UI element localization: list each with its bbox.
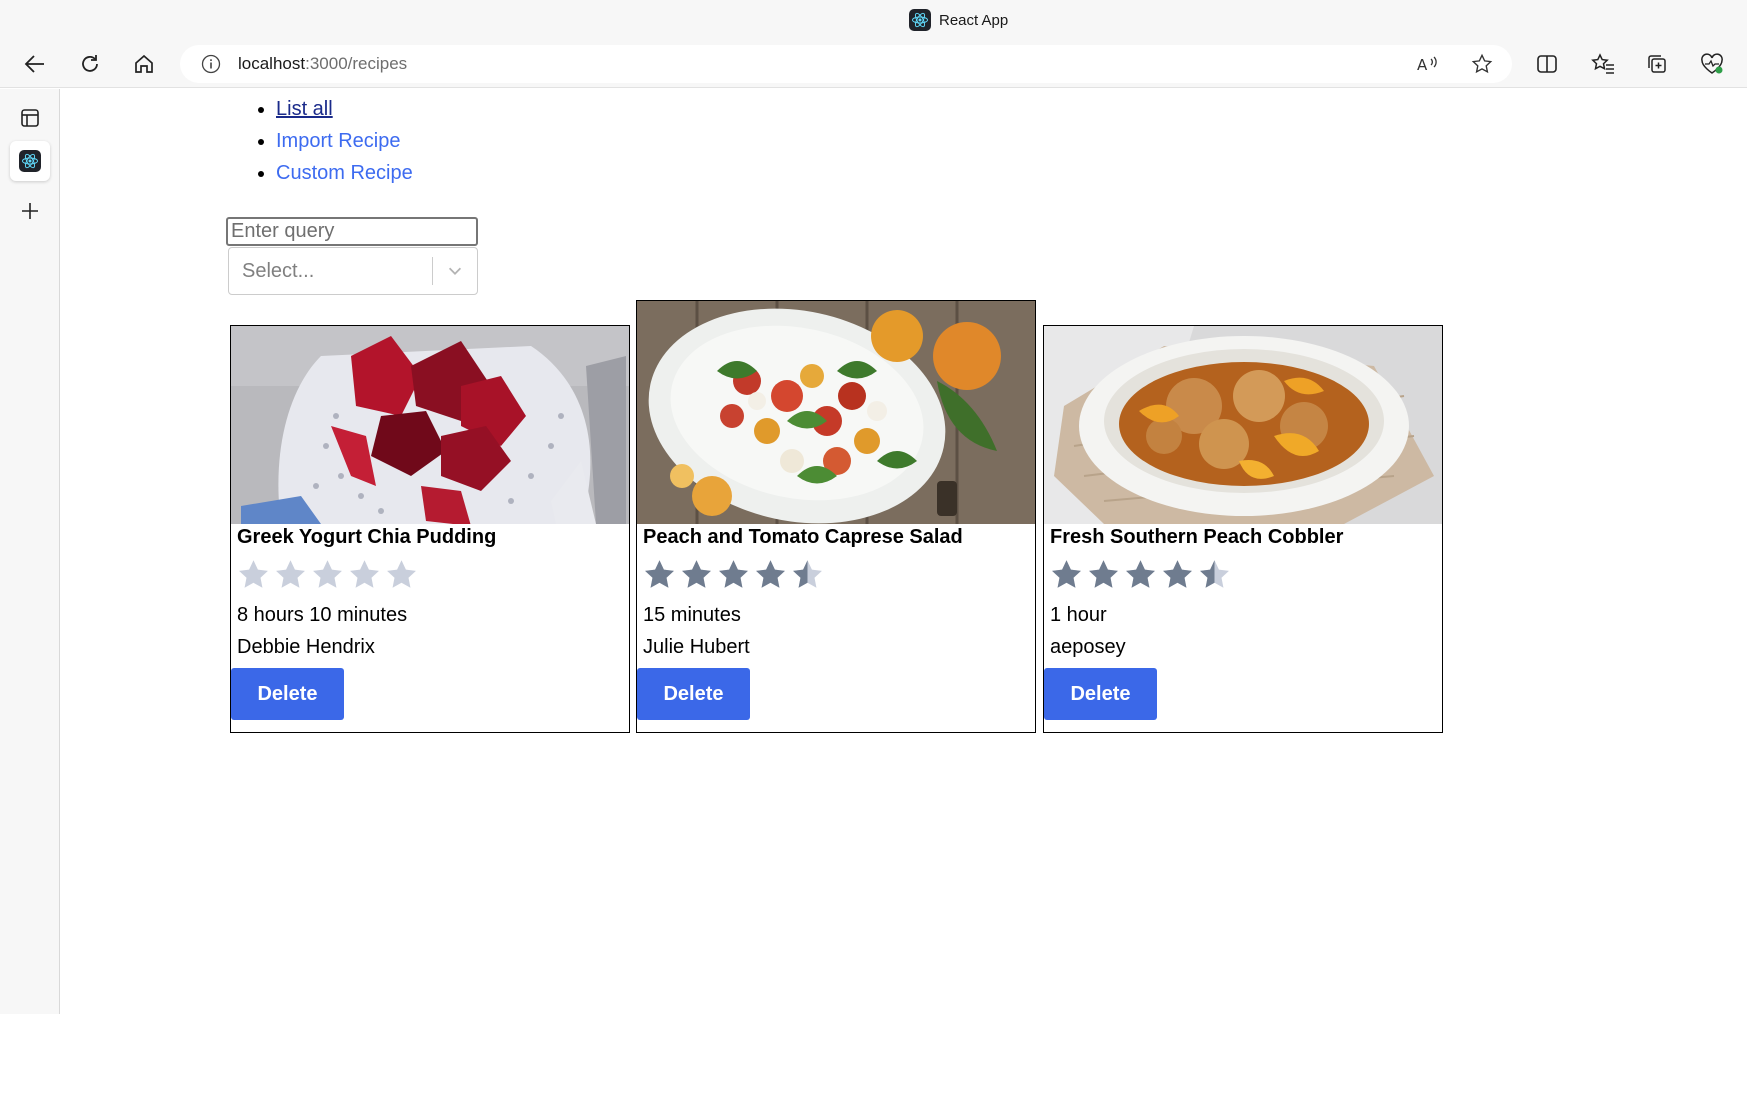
browser-toolbar: localhost:3000/recipes A [0,40,1747,88]
star-rating[interactable] [643,558,824,590]
recipe-time: 15 minutes [643,604,741,626]
home-icon[interactable] [128,48,160,80]
recipe-author: Julie Hubert [643,636,750,658]
star-icon[interactable] [717,558,750,590]
star-rating[interactable] [1050,558,1231,590]
sidebar-tab-react-app[interactable] [10,141,50,181]
recipe-title: Fresh Southern Peach Cobbler [1050,526,1344,548]
delete-button[interactable]: Delete [1044,668,1157,720]
nav-item-list-all: List all [276,93,413,125]
star-icon[interactable] [385,558,418,590]
recipe-author: aeposey [1050,636,1126,658]
nav-link-import-recipe[interactable]: Import Recipe [276,130,401,152]
tab-actions-icon[interactable] [10,98,50,138]
recipe-card: Fresh Southern Peach Cobbler 1 hour aepo… [1043,325,1443,733]
star-icon[interactable] [680,558,713,590]
recipe-time: 8 hours 10 minutes [237,604,408,626]
vertical-tab-sidebar [0,89,60,1014]
new-tab-plus-icon[interactable] [10,191,50,231]
recipe-card: Peach and Tomato Caprese Salad 15 minute… [636,300,1036,733]
star-icon[interactable] [754,558,787,590]
nav-link-custom-recipe[interactable]: Custom Recipe [276,162,413,184]
favorite-star-icon[interactable] [1466,48,1498,80]
star-icon[interactable] [348,558,381,590]
star-icon[interactable] [1198,558,1231,590]
url-text[interactable]: localhost:3000/recipes [238,54,407,74]
star-icon[interactable] [274,558,307,590]
nav-item-custom-recipe: Custom Recipe [276,157,413,189]
chevron-down-icon[interactable] [433,247,477,295]
delete-button[interactable]: Delete [231,668,344,720]
filter-select[interactable]: Select... [228,247,478,295]
recipe-title: Greek Yogurt Chia Pudding [237,526,497,548]
recipe-time: 1 hour [1050,604,1107,626]
recipe-image-peach-tomato-salad [637,301,1035,524]
recipe-nav-list: List all Import Recipe Custom Recipe [276,93,413,189]
svg-text:A: A [1417,56,1428,74]
collections-icon[interactable] [1641,48,1673,80]
url-host: localhost [238,54,306,73]
browser-tab[interactable]: React App [909,8,1008,32]
nav-link-list-all[interactable]: List all [276,98,333,120]
recipe-author: Debbie Hendrix [237,636,375,658]
page-content: List all Import Recipe Custom Recipe Sel… [61,89,1747,1014]
search-input[interactable] [226,217,478,246]
favorites-icon[interactable] [1587,48,1619,80]
tab-title: React App [939,11,1009,29]
star-icon[interactable] [237,558,270,590]
recipe-image-peach-cobbler [1044,326,1442,524]
star-icon[interactable] [643,558,676,590]
star-icon[interactable] [1050,558,1083,590]
star-icon[interactable] [1161,558,1194,590]
browser-titlebar: React App [0,0,1747,40]
back-icon[interactable] [19,48,51,80]
recipe-card: Greek Yogurt Chia Pudding 8 hours 10 min… [230,325,630,733]
split-screen-icon[interactable] [1531,48,1563,80]
read-aloud-icon[interactable]: A [1412,48,1444,80]
recipe-image-strawberry-chia-pudding [231,326,629,524]
star-icon[interactable] [791,558,824,590]
delete-button[interactable]: Delete [637,668,750,720]
recipe-card-body: Fresh Southern Peach Cobbler 1 hour aepo… [1044,524,1442,732]
url-path: :3000/recipes [305,54,408,73]
browser-essentials-icon[interactable] [1696,48,1728,80]
star-icon[interactable] [1124,558,1157,590]
nav-item-import-recipe: Import Recipe [276,125,413,157]
refresh-icon[interactable] [74,48,106,80]
site-info-icon[interactable] [200,53,222,75]
recipe-title: Peach and Tomato Caprese Salad [643,526,963,548]
react-logo-icon [19,150,41,172]
star-icon[interactable] [311,558,344,590]
select-placeholder: Select... [242,259,315,282]
recipe-card-body: Peach and Tomato Caprese Salad 15 minute… [637,524,1035,732]
recipe-card-body: Greek Yogurt Chia Pudding 8 hours 10 min… [231,524,629,732]
react-logo-icon [909,9,931,31]
address-bar[interactable]: localhost:3000/recipes A [180,45,1512,83]
star-icon[interactable] [1087,558,1120,590]
star-rating[interactable] [237,558,418,590]
